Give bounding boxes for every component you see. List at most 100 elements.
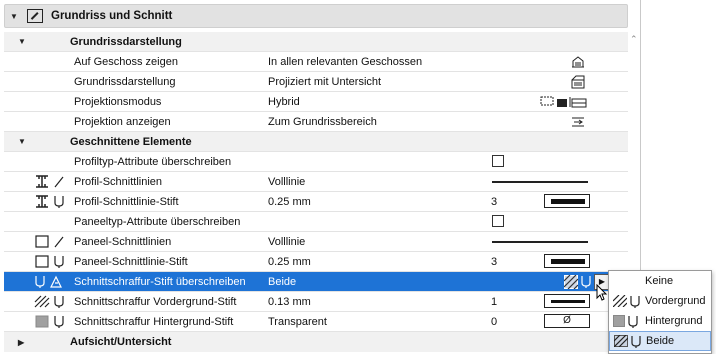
row-value[interactable]: 0.13 mm [268,296,311,308]
story-icon [570,55,586,69]
settings-panel: ▼ Grundriss und Schnitt ▼ Grundrissdarst… [0,0,716,354]
row-value[interactable]: In allen relevanten Geschossen [268,56,422,68]
option-label: Keine [645,275,674,287]
hatch-icon [564,275,578,289]
row-value[interactable]: Beide [268,276,296,288]
profile-icon [34,195,50,208]
row-projektionsmodus[interactable]: Projektionsmodus Hybrid [4,92,628,112]
row-label: Projektion anzeigen [74,115,171,128]
row-paneeltyp-attribute[interactable]: Paneeltyp-Attribute überschreiben [4,212,628,232]
row-label: Schnittschraffur Hintergrund-Stift [74,315,234,328]
pen-icon [629,295,641,308]
row-label: Profil-Schnittlinie-Stift [74,195,179,208]
square-icon [34,255,50,268]
pen-icon [34,275,46,288]
hatch-pen-dropdown-menu: Keine Vordergrund Hintergrund Beide [608,270,712,354]
hatch-icon [614,335,628,347]
row-profiltyp-attribute[interactable]: Profiltyp-Attribute überschreiben [4,152,628,172]
row-value[interactable]: Volllinie [268,176,305,188]
pen-number: 1 [491,295,498,308]
triangle-down-icon[interactable]: ▼ [5,12,23,21]
group-label: Geschnittene Elemente [70,135,192,148]
line-type-preview[interactable] [492,241,588,243]
group-label: Grundrissdarstellung [70,35,182,48]
group-label: Aufsicht/Untersicht [70,336,172,348]
row-label: Paneel-Schnittlinie-Stift [74,255,188,268]
pen-icon [630,335,642,348]
row-value[interactable]: Projiziert mit Untersicht [268,76,381,88]
square-icon [613,315,625,327]
pen-icon [53,195,65,208]
pen-picker[interactable] [544,294,590,308]
row-label: Projektionsmodus [74,95,162,108]
hatch-icon [613,295,627,307]
row-value[interactable]: Zum Grundrissbereich [268,116,377,128]
row-schnittschraffur-hintergrund-stift[interactable]: Schnittschraffur Hintergrund-Stift Trans… [4,312,628,332]
line-icon [53,235,65,248]
pen-picker[interactable] [544,254,590,268]
pen-icon [53,295,65,308]
override-checkbox[interactable] [492,155,504,167]
row-paneel-schnittlinie-stift[interactable]: Paneel-Schnittlinie-Stift 0.25 mm 3 [4,252,628,272]
option-label: Beide [646,335,675,347]
row-paneel-schnittlinien[interactable]: Paneel-Schnittlinien Volllinie [4,232,628,252]
floor-plan-display-icon [570,75,586,89]
triangle-right-icon[interactable]: ▶ [18,338,24,347]
scroll-up-icon[interactable]: ⌃ [630,34,638,45]
row-grundrissdarstellung[interactable]: Grundrissdarstellung Projiziert mit Unte… [4,72,628,92]
section-plan-icon [27,9,43,23]
pen-number: 0 [491,315,498,328]
row-profil-schnittlinien[interactable]: Profil-Schnittlinien Volllinie [4,172,628,192]
pen-icon [53,315,65,328]
pen-number: 3 [491,255,498,268]
row-label: Auf Geschoss zeigen [74,55,178,68]
override-checkbox[interactable] [492,215,504,227]
profile-icon [34,175,50,188]
row-schnittschraffur-vordergrund-stift[interactable]: Schnittschraffur Vordergrund-Stift 0.13 … [4,292,628,312]
pen-icon [53,255,65,268]
pen-picker[interactable]: Ø [544,314,590,328]
row-value[interactable]: Transparent [268,316,327,328]
option-label: Hintergrund [645,315,703,327]
square-icon [34,235,50,248]
row-value[interactable]: 0.25 mm [268,256,311,268]
row-label: Schnittschraffur-Stift überschreiben [74,275,246,288]
row-label: Grundrissdarstellung [74,75,176,88]
dropdown-option-beide[interactable]: Beide [609,331,711,351]
row-value[interactable]: 0.25 mm [268,196,311,208]
section-header-grundriss-und-schnitt[interactable]: ▼ Grundriss und Schnitt [4,4,628,28]
group-geschnittene-elemente[interactable]: ▼ Geschnittene Elemente [4,132,628,152]
square-icon [34,315,50,328]
row-schnittschraffur-stift-ueberschreiben[interactable]: Schnittschraffur-Stift überschreiben Bei… [4,272,628,292]
pen-icon [627,315,639,328]
row-label: Paneeltyp-Attribute überschreiben [74,215,241,228]
dropdown-option-vordergrund[interactable]: Vordergrund [609,291,711,311]
dropdown-option-hintergrund[interactable]: Hintergrund [609,311,711,331]
section-title: Grundriss und Schnitt [51,10,173,22]
pen-picker[interactable] [544,194,590,208]
mouse-cursor-icon [596,284,608,302]
projection-mode-icon [540,95,588,109]
group-grundrissdarstellung[interactable]: ▼ Grundrissdarstellung [4,32,628,52]
line-icon [53,175,65,188]
row-label: Paneel-Schnittlinien [74,235,172,248]
projection-icon [570,115,586,129]
transparent-symbol: Ø [563,315,571,326]
triangle-down-icon[interactable]: ▼ [18,137,26,146]
line-type-preview[interactable] [492,181,588,183]
hatch-pen-override-icon [49,275,63,288]
row-label: Profiltyp-Attribute überschreiben [74,155,232,168]
option-label: Vordergrund [645,295,706,307]
pen-icon [580,275,592,289]
row-value[interactable]: Hybrid [268,96,300,108]
dropdown-option-keine[interactable]: Keine [609,271,711,291]
triangle-down-icon[interactable]: ▼ [18,37,26,46]
pen-number: 3 [491,195,498,208]
row-profil-schnittlinie-stift[interactable]: Profil-Schnittlinie-Stift 0.25 mm 3 [4,192,628,212]
row-value[interactable]: Volllinie [268,236,305,248]
row-auf-geschoss-zeigen[interactable]: Auf Geschoss zeigen In allen relevanten … [4,52,628,72]
row-label: Profil-Schnittlinien [74,175,163,188]
hatch-icon [34,295,50,308]
row-projektion-anzeigen[interactable]: Projektion anzeigen Zum Grundrissbereich [4,112,628,132]
group-aufsicht-untersicht[interactable]: ▶ Aufsicht/Untersicht [4,332,628,352]
